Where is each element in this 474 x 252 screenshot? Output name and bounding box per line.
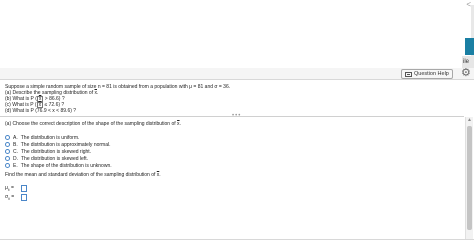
option-a[interactable]: A. The distribution is uniform. (5, 134, 112, 141)
radio-button[interactable] (5, 156, 10, 161)
problem-item-d: (d) What is P (76.9 < x < 89.6) ? (5, 108, 77, 114)
option-letter: D. (13, 155, 18, 162)
option-text: The distribution is skewed right. (21, 148, 92, 155)
radio-button[interactable] (5, 135, 10, 140)
sd-label: σx̄ = (5, 193, 15, 201)
scroll-up-icon[interactable]: ▲ (467, 117, 472, 123)
option-letter: E. (13, 162, 18, 169)
question-help-label: Question Help (414, 71, 449, 77)
sd-input[interactable] (21, 193, 27, 201)
section-divider (0, 116, 464, 117)
side-tab-button[interactable] (465, 38, 474, 55)
gear-icon[interactable]: ⚙ (461, 68, 471, 79)
mean-field-row: μx̄ = (5, 184, 27, 192)
option-text: The distribution is approximately normal… (20, 141, 111, 148)
answer-options: A. The distribution is uniform. B. The d… (5, 134, 112, 169)
radio-button[interactable] (5, 142, 10, 147)
option-text: The distribution is uniform. (20, 134, 80, 141)
option-b[interactable]: B. The distribution is approximately nor… (5, 141, 112, 148)
sd-field-row: σx̄ = (5, 193, 27, 201)
part-b-prompt: Find the mean and standard deviation of … (5, 172, 161, 178)
answer-fields: μx̄ = σx̄ = (5, 184, 27, 202)
radio-button[interactable] (5, 149, 10, 154)
list-icon (405, 71, 412, 77)
part-a-prompt: (a) Choose the correct description of th… (5, 121, 181, 127)
mean-input[interactable] (21, 184, 27, 192)
question-help-button[interactable]: Question Help (401, 69, 453, 79)
bottom-divider (0, 239, 474, 240)
option-letter: A. (13, 134, 18, 141)
mean-label: μx̄ = (5, 184, 14, 192)
option-letter: B. (13, 141, 18, 148)
option-d[interactable]: D. The distribution is skewed left. (5, 155, 112, 162)
radio-button[interactable] (5, 163, 10, 168)
option-letter: C. (13, 148, 18, 155)
option-text: The distribution is skewed left. (21, 155, 88, 162)
option-e[interactable]: E. The shape of the distribution is unkn… (5, 162, 112, 169)
option-text: The shape of the distribution is unknown… (20, 162, 112, 169)
problem-statement: Suppose a simple random sample of size n… (5, 84, 230, 114)
scrollbar-thumb[interactable] (467, 126, 472, 230)
option-c[interactable]: C. The distribution is skewed right. (5, 148, 112, 155)
top-strip (0, 0, 474, 56)
